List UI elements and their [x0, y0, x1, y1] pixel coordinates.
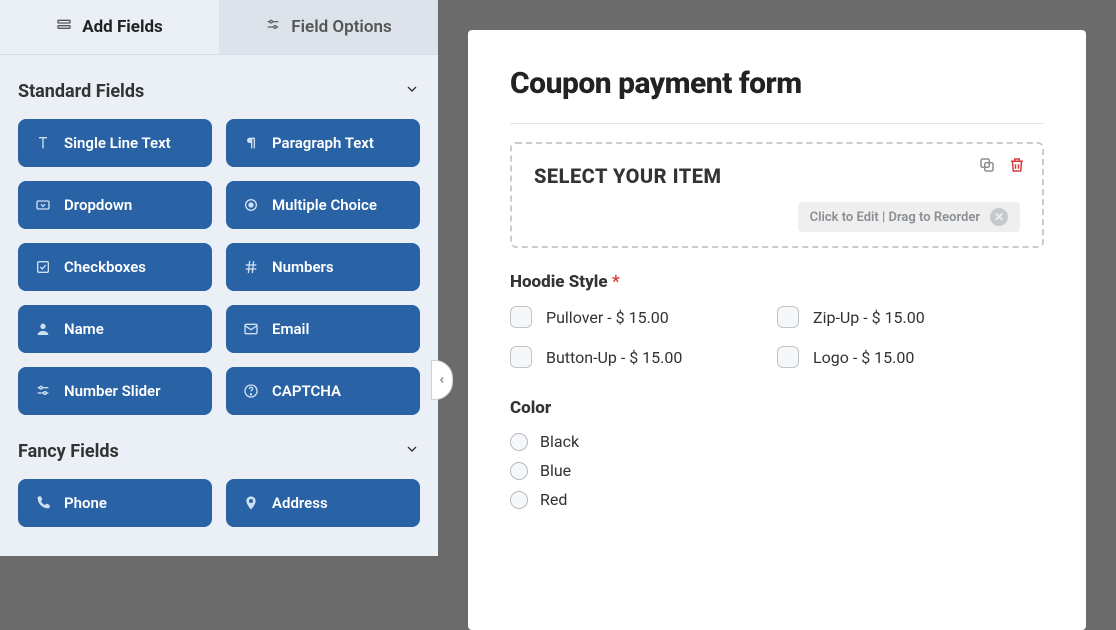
- checkbox-icon: [510, 306, 532, 328]
- field-label: Multiple Choice: [272, 196, 377, 214]
- required-asterisk: *: [612, 272, 620, 292]
- form-canvas-wrap: Coupon payment form SELECT YOUR ITEM Cli…: [438, 0, 1116, 556]
- field-checkboxes[interactable]: Checkboxes: [18, 243, 212, 291]
- divider: [510, 123, 1044, 124]
- field-captcha[interactable]: CAPTCHA: [226, 367, 420, 415]
- color-red[interactable]: Red: [510, 490, 1044, 509]
- form-title[interactable]: Coupon payment form: [510, 66, 1044, 101]
- tab-add-fields[interactable]: Add Fields: [0, 0, 219, 54]
- hoodie-style-label: Hoodie Style *: [510, 272, 1044, 292]
- tab-field-options[interactable]: Field Options: [219, 0, 438, 54]
- standard-fields-grid: Single Line Text Paragraph Text Dropdown…: [18, 119, 420, 415]
- option-zipup[interactable]: Zip-Up - $ 15.00: [777, 306, 1044, 328]
- field-dropdown[interactable]: Dropdown: [18, 181, 212, 229]
- color-blue[interactable]: Blue: [510, 461, 1044, 480]
- radio-icon: [510, 462, 528, 480]
- checkbox-icon: [34, 258, 52, 276]
- field-options-icon: [265, 17, 281, 38]
- trash-icon[interactable]: [1008, 156, 1026, 178]
- option-pullover[interactable]: Pullover - $ 15.00: [510, 306, 777, 328]
- section-standard-fields[interactable]: Standard Fields: [18, 67, 420, 115]
- field-number-slider[interactable]: Number Slider: [18, 367, 212, 415]
- checkbox-icon: [777, 346, 799, 368]
- field-name[interactable]: Name: [18, 305, 212, 353]
- field-paragraph-text[interactable]: Paragraph Text: [226, 119, 420, 167]
- field-label: Dropdown: [64, 196, 132, 214]
- field-multiple-choice[interactable]: Multiple Choice: [226, 181, 420, 229]
- phone-icon: [34, 494, 52, 512]
- tab-field-options-label: Field Options: [291, 17, 391, 37]
- field-label: Phone: [64, 494, 107, 512]
- duplicate-icon[interactable]: [978, 156, 996, 178]
- text-icon: [34, 134, 52, 152]
- hash-icon: [242, 258, 260, 276]
- section-standard-title: Standard Fields: [18, 81, 144, 102]
- field-label: Paragraph Text: [272, 134, 374, 152]
- option-label: Button-Up - $ 15.00: [546, 348, 682, 367]
- field-label: Email: [272, 320, 309, 338]
- option-logo[interactable]: Logo - $ 15.00: [777, 346, 1044, 368]
- help-circle-icon: [242, 382, 260, 400]
- field-label: Numbers: [272, 258, 334, 276]
- user-icon: [34, 320, 52, 338]
- envelope-icon: [242, 320, 260, 338]
- add-fields-icon: [56, 17, 72, 38]
- radio-icon: [242, 196, 260, 214]
- field-label: Name: [64, 320, 104, 338]
- section-field-title: SELECT YOUR ITEM: [534, 164, 1020, 188]
- field-label: CAPTCHA: [272, 382, 341, 400]
- checkbox-icon: [510, 346, 532, 368]
- hint-text: Click to Edit | Drag to Reorder: [810, 210, 980, 225]
- paragraph-icon: [242, 134, 260, 152]
- color-options: Black Blue Red: [510, 432, 1044, 509]
- color-black[interactable]: Black: [510, 432, 1044, 451]
- option-label: Zip-Up - $ 15.00: [813, 308, 925, 327]
- option-label: Red: [540, 490, 567, 509]
- sliders-icon: [34, 382, 52, 400]
- option-buttonup[interactable]: Button-Up - $ 15.00: [510, 346, 777, 368]
- fancy-fields-grid: Phone Address: [18, 479, 420, 527]
- color-label: Color: [510, 398, 1044, 418]
- dropdown-icon: [34, 196, 52, 214]
- field-address[interactable]: Address: [226, 479, 420, 527]
- hoodie-options: Pullover - $ 15.00 Zip-Up - $ 15.00 Butt…: [510, 306, 1044, 368]
- hint-row: Click to Edit | Drag to Reorder ✕: [534, 202, 1020, 232]
- panel-scroll[interactable]: Standard Fields Single Line Text Paragra…: [0, 55, 438, 556]
- tab-add-fields-label: Add Fields: [82, 17, 163, 37]
- close-hint-icon[interactable]: ✕: [990, 208, 1008, 226]
- chevron-down-icon: [404, 441, 420, 462]
- field-label: Number Slider: [64, 382, 161, 400]
- field-label: Address: [272, 494, 328, 512]
- chevron-down-icon: [404, 81, 420, 102]
- section-fancy-fields[interactable]: Fancy Fields: [18, 427, 420, 475]
- hint-pill: Click to Edit | Drag to Reorder ✕: [798, 202, 1020, 232]
- field-phone[interactable]: Phone: [18, 479, 212, 527]
- field-actions: [978, 156, 1026, 178]
- option-label: Pullover - $ 15.00: [546, 308, 669, 327]
- option-label: Black: [540, 432, 579, 451]
- form-card: Coupon payment form SELECT YOUR ITEM Cli…: [468, 30, 1086, 630]
- field-numbers[interactable]: Numbers: [226, 243, 420, 291]
- option-label: Blue: [540, 461, 571, 480]
- field-single-line-text[interactable]: Single Line Text: [18, 119, 212, 167]
- hoodie-style-text: Hoodie Style: [510, 272, 608, 292]
- option-label: Logo - $ 15.00: [813, 348, 914, 367]
- section-fancy-title: Fancy Fields: [18, 441, 119, 462]
- field-label: Single Line Text: [64, 134, 171, 152]
- selected-field-block[interactable]: SELECT YOUR ITEM Click to Edit | Drag to…: [510, 142, 1044, 248]
- builder-sidebar: Add Fields Field Options Standard Fields…: [0, 0, 438, 556]
- radio-icon: [510, 491, 528, 509]
- field-email[interactable]: Email: [226, 305, 420, 353]
- field-label: Checkboxes: [64, 258, 146, 276]
- panel-tabs: Add Fields Field Options: [0, 0, 438, 55]
- radio-icon: [510, 433, 528, 451]
- map-pin-icon: [242, 494, 260, 512]
- checkbox-icon: [777, 306, 799, 328]
